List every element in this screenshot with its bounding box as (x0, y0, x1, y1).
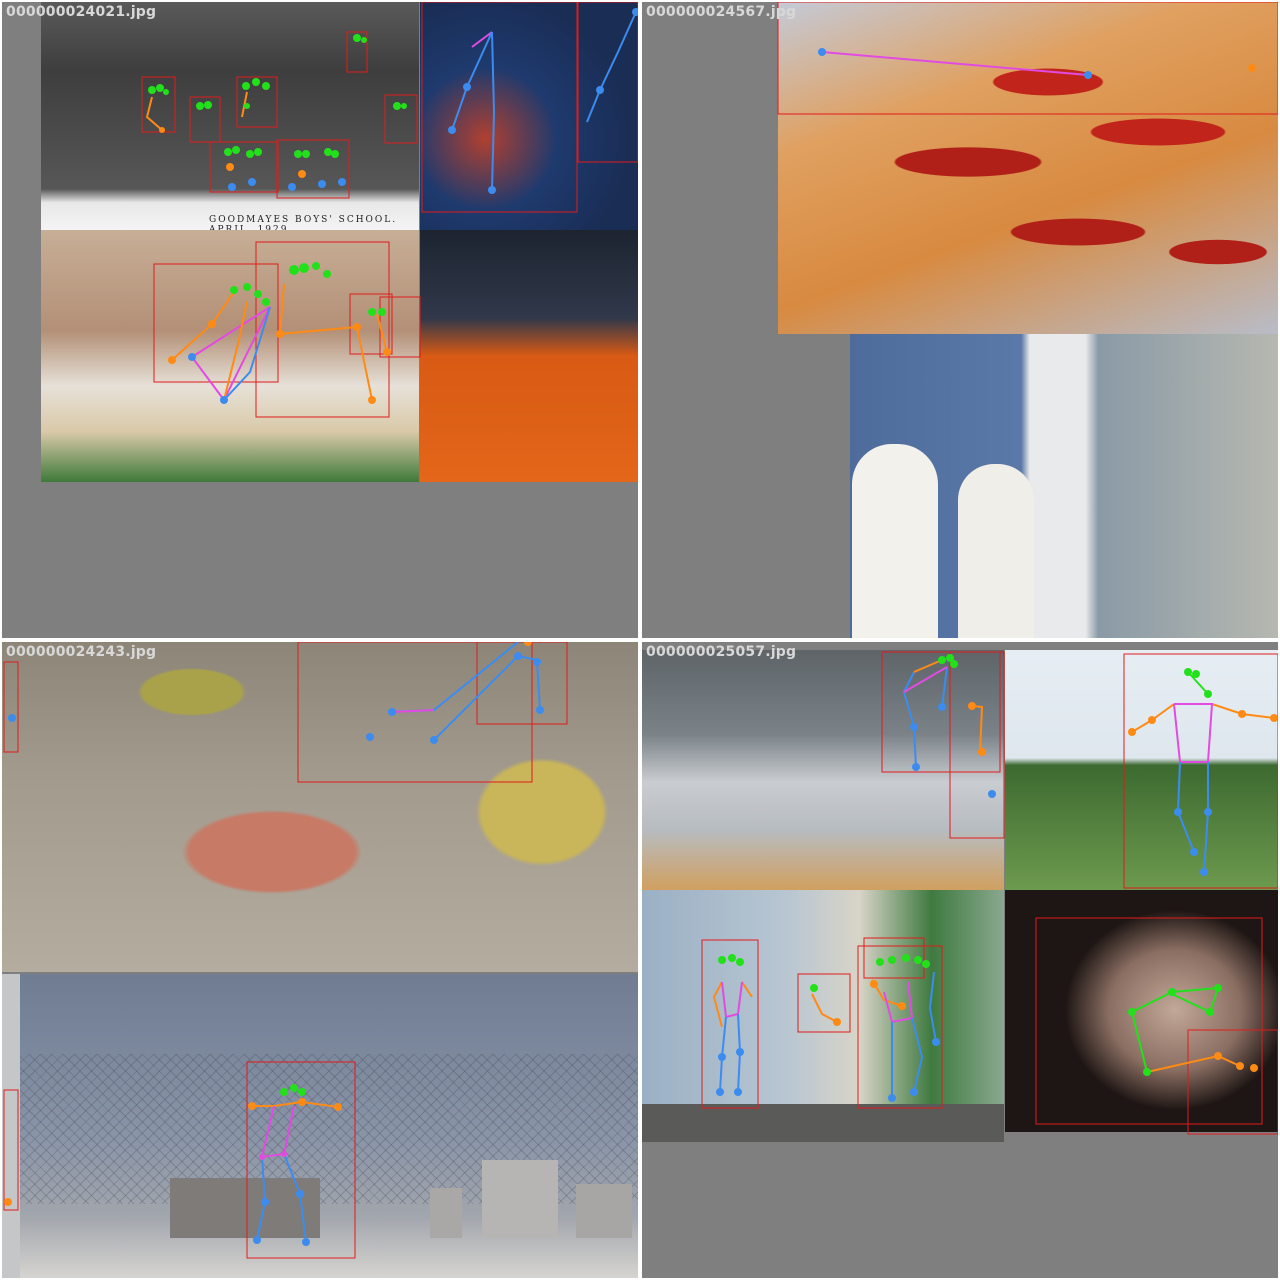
pose-overlay (3, 642, 568, 1259)
mosaic-panel-2: 000000024567.jpg (642, 2, 1278, 638)
mosaic-panel-1: 000000024021.jpg GOODMAYES BOYS' SCHOOL.… (2, 2, 638, 638)
mosaic-panel-4: 000000025057.jpg (642, 642, 1278, 1278)
pose-overlay (141, 2, 638, 418)
image-filename-label: 000000025057.jpg (646, 644, 797, 660)
mosaic-panel-3: 000000024243.jpg (2, 642, 638, 1278)
image-filename-label: 000000024567.jpg (646, 4, 797, 20)
pose-overlay (701, 651, 1278, 1135)
image-filename-label: 000000024021.jpg (6, 4, 157, 20)
pose-overlay (777, 2, 1278, 115)
image-filename-label: 000000024243.jpg (6, 644, 157, 660)
